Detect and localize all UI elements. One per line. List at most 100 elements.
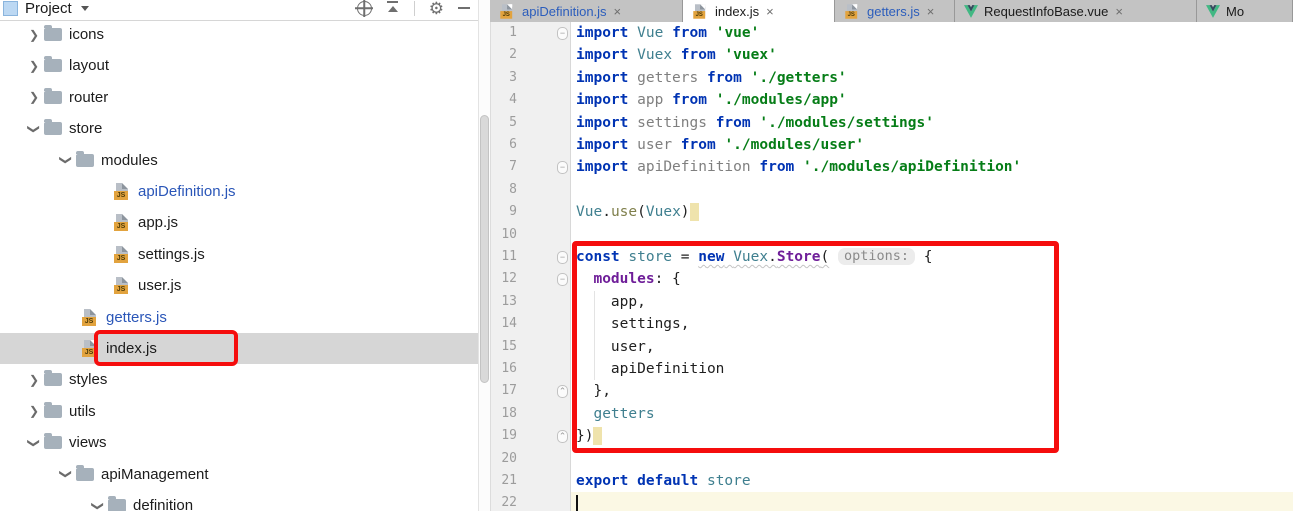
line-number: 22 (501, 495, 517, 511)
tree-item-getters-js[interactable]: JS getters.js (0, 302, 478, 333)
code-line-3[interactable]: import getters from './getters' (576, 67, 847, 89)
hide-panel-icon[interactable] (458, 7, 470, 9)
fold-end-icon[interactable]: ⌃ (557, 385, 568, 399)
close-icon[interactable]: × (927, 5, 935, 18)
chevron-collapsed-icon[interactable] (24, 373, 44, 387)
tree-item-apiDefinition-js[interactable]: JS apiDefinition.js (0, 176, 478, 207)
tree-item-router[interactable]: router (0, 82, 478, 113)
chevron-collapsed-icon[interactable] (24, 59, 44, 73)
code-line-13[interactable]: app, (576, 291, 646, 313)
divider (413, 0, 415, 16)
line-number: 17 (501, 383, 517, 399)
code-token: user, (576, 338, 655, 355)
tree-item-app-js[interactable]: JS app.js (0, 207, 478, 238)
locate-icon[interactable] (356, 0, 372, 16)
project-tree: icons layout router store modules JS apiDefini… (0, 21, 478, 511)
settings-gear-icon[interactable]: ⚙ (429, 0, 444, 17)
gutter-row: 16 (491, 358, 572, 380)
code-line-2[interactable]: import Vuex from 'vuex' (576, 44, 777, 66)
code-token: getters (593, 405, 655, 422)
chevron-expanded-icon[interactable] (24, 122, 44, 136)
js-file-icon: JS (82, 308, 99, 326)
code-line-16[interactable]: apiDefinition (576, 358, 725, 380)
close-icon[interactable]: × (766, 5, 774, 18)
code-line-15[interactable]: user, (576, 336, 655, 358)
tree-item-views[interactable]: views (0, 427, 478, 458)
tab-RequestInfoBase-vue[interactable]: RequestInfoBase.vue × (955, 0, 1197, 22)
current-line-highlight (490, 492, 1293, 511)
tree-item-settings-js[interactable]: JS settings.js (0, 239, 478, 270)
close-icon[interactable]: × (1115, 5, 1123, 18)
tree-item-index-js[interactable]: JS index.js (0, 333, 478, 364)
tree-item-layout[interactable]: layout (0, 50, 478, 81)
tree-item-definition[interactable]: definition (0, 490, 478, 511)
gutter-row: 13 (491, 291, 572, 313)
tree-item-user-js[interactable]: JS user.js (0, 270, 478, 301)
chevron-expanded-icon[interactable] (24, 436, 44, 450)
line-number: 7 (509, 159, 517, 175)
code-line-14[interactable]: settings, (576, 313, 690, 335)
project-scrollbar[interactable] (478, 0, 490, 511)
fold-collapse-icon[interactable]: − (557, 161, 568, 175)
chevron-down-icon[interactable] (80, 6, 89, 11)
tree-item-modules[interactable]: modules (0, 145, 478, 176)
tab-label: getters.js (867, 3, 920, 19)
chevron-expanded-icon[interactable] (56, 467, 76, 481)
code-line-19[interactable]: }) (576, 425, 603, 447)
chevron-collapsed-icon[interactable] (24, 404, 44, 418)
code-line-4[interactable]: import app from './modules/app' (576, 89, 847, 111)
tab-getters-js[interactable]: JS getters.js × (835, 0, 955, 22)
code-line-17[interactable]: }, (576, 380, 610, 402)
tab-Mo[interactable]: Mo (1197, 0, 1293, 22)
fold-collapse-icon[interactable]: − (557, 250, 568, 264)
scrollbar-thumb[interactable] (480, 115, 489, 383)
fold-end-icon[interactable]: ⌃ (557, 429, 568, 443)
line-number: 18 (501, 405, 517, 421)
chevron-collapsed-icon[interactable] (24, 28, 44, 42)
chevron-expanded-icon[interactable] (88, 499, 108, 511)
fold-collapse-icon[interactable]: − (557, 26, 568, 40)
code-line-6[interactable]: import user from './modules/user' (576, 134, 864, 156)
gutter-row: 19 ⌃ (491, 425, 572, 447)
gutter-row: 11 − (491, 246, 572, 268)
tree-item-icons[interactable]: icons (0, 19, 478, 50)
editor-tab-bar: JS apiDefinition.js × JS index.js × JS getters.… (490, 0, 1293, 22)
editor-gutter: 1−2 3 4 5 6 7−8 9 10 11−12−13 14 15 16 17 ⌃ 18 19 ⌃ 20 21 2… (490, 22, 571, 511)
code-line-11[interactable]: const store = new Vuex.Store( options: { (576, 246, 932, 268)
tab-index-js[interactable]: JS index.js × (683, 0, 835, 22)
line-number: 12 (501, 271, 517, 287)
tree-item-utils[interactable]: utils (0, 396, 478, 427)
close-icon[interactable]: × (614, 5, 622, 18)
gutter-row: 20 (491, 448, 572, 470)
code-line-9[interactable]: Vue.use(Vuex) (576, 201, 699, 223)
tab-apiDefinition-js[interactable]: JS apiDefinition.js × (490, 0, 683, 22)
code-token: use (610, 204, 638, 221)
code-line-7[interactable]: import apiDefinition from './modules/api… (576, 156, 1021, 178)
tree-item-label: layout (69, 57, 110, 75)
fold-collapse-icon[interactable]: − (557, 273, 568, 287)
collapse-all-icon[interactable] (386, 1, 400, 15)
code-line-12[interactable]: modules: { (576, 268, 680, 290)
code-line-21[interactable]: export default store (576, 470, 751, 492)
code-line-1[interactable]: import Vue from 'vue' (576, 22, 759, 44)
code-line-18[interactable]: getters (576, 403, 655, 425)
gutter-row: 6 (491, 134, 572, 156)
tree-item-styles[interactable]: styles (0, 364, 478, 395)
code-token: import (576, 137, 629, 153)
js-file-icon: JS (114, 245, 131, 263)
tree-item-store[interactable]: store (0, 113, 478, 144)
chevron-expanded-icon[interactable] (56, 153, 76, 167)
line-number: 3 (509, 69, 517, 85)
editor-area[interactable]: 1−2 3 4 5 6 7−8 9 10 11−12−13 14 15 16 17 ⌃ 18 19 ⌃ 20 21 2… (490, 22, 1293, 511)
code-line-5[interactable]: import settings from './modules/settings… (576, 112, 934, 134)
code-token: store (628, 249, 673, 265)
tree-item-apiManagement[interactable]: apiManagement (0, 459, 478, 490)
chevron-collapsed-icon[interactable] (24, 90, 44, 104)
line-number: 14 (501, 316, 517, 332)
code-line-22[interactable] (576, 492, 578, 511)
